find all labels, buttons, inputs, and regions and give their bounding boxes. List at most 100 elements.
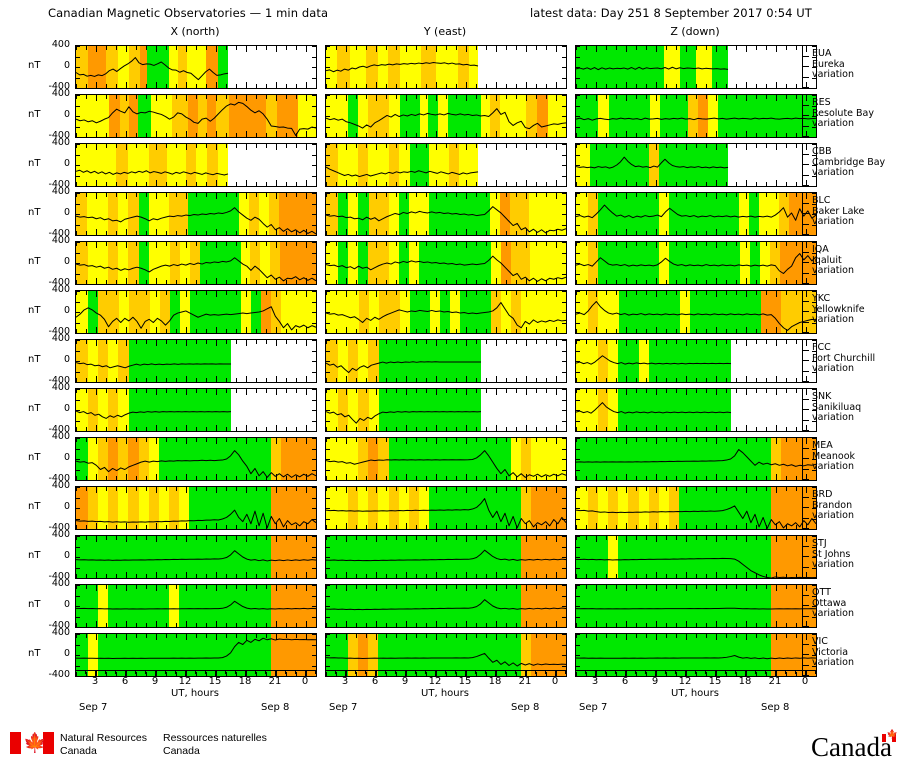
y-axis-tick-label: 0 — [63, 60, 70, 71]
station-bracket-tick — [802, 94, 809, 95]
station-bracket-tick — [802, 605, 809, 606]
station-sublabel: variation — [812, 510, 855, 521]
station-label-res[interactable]: RES Resolute Bay variation — [812, 97, 874, 130]
station-bracket-tick — [802, 185, 809, 186]
station-sublabel: variation — [812, 167, 855, 178]
y-axis-tick-label: 0 — [63, 354, 70, 365]
panel-iqa-z — [575, 241, 817, 285]
panel-snk-y — [325, 388, 567, 432]
station-sublabel: variation — [812, 608, 855, 619]
station-bracket-tick — [802, 479, 809, 480]
latest-data-timestamp: latest data: Day 251 8 September 2017 0:… — [530, 6, 812, 20]
station-sublabel: variation — [812, 412, 855, 423]
x-axis-tick — [675, 670, 676, 674]
y-axis-tick-label: 0 — [63, 109, 70, 120]
station-label-mea[interactable]: MEA Meanook variation — [812, 440, 855, 473]
station-sublabel: variation — [812, 216, 855, 227]
y-axis-unit-label: nT — [28, 550, 41, 561]
panel-res-x — [75, 94, 317, 138]
x-axis-tick-label: 15 — [458, 676, 472, 687]
station-bracket-tick — [802, 381, 809, 382]
panel-ott-x — [75, 584, 317, 628]
station-row-fcc: nT 400 0 -400 FCC Fort Churchill variation — [0, 333, 900, 388]
station-bracket-tick — [802, 290, 809, 291]
x-axis-tick — [175, 670, 176, 674]
y-axis-tick-label: 400 — [51, 480, 70, 491]
wordmark-fr-line1: Ressources naturelles — [163, 732, 267, 744]
x-axis-tick — [285, 670, 286, 674]
x-axis-tick — [815, 670, 816, 674]
station-label-blc[interactable]: BLC Baker Lake variation — [812, 195, 864, 228]
station-bracket-tick — [802, 496, 809, 498]
variation-trace — [576, 389, 816, 431]
panel-ott-y — [325, 584, 567, 628]
panel-ykc-x — [75, 290, 317, 334]
station-label-cbb[interactable]: CBB Cambridge Bay variation — [812, 146, 885, 179]
x-axis-tick — [255, 670, 256, 674]
variation-trace — [576, 340, 816, 382]
station-bracket-tick — [802, 136, 809, 137]
x-axis-tick — [785, 670, 786, 674]
x-axis-tick-label: 9 — [401, 676, 409, 687]
station-bracket-tick — [802, 55, 809, 57]
station-bracket-tick — [802, 321, 809, 323]
x-axis-tick — [235, 670, 236, 674]
station-bracket-tick — [802, 626, 809, 627]
variation-trace — [76, 144, 316, 186]
station-bracket-tick — [802, 437, 809, 438]
station-label-stj[interactable]: STJ St Johns variation — [812, 538, 854, 571]
x-axis-tick — [415, 670, 416, 674]
x-axis-tick-label: 15 — [208, 676, 222, 687]
y-axis-tick-label: 400 — [51, 382, 70, 393]
x-axis-tick — [385, 670, 386, 674]
y-axis-unit-label: nT — [28, 60, 41, 71]
station-label-vic[interactable]: VIC Victoria variation — [812, 636, 854, 669]
station-bracket-tick — [802, 223, 809, 225]
x-axis-tick — [665, 670, 666, 674]
x-axis-tick — [505, 670, 506, 674]
y-axis-unit-label: nT — [28, 256, 41, 267]
x-axis-tick-label: 12 — [678, 676, 692, 687]
station-bracket-tick — [802, 447, 809, 449]
station-label-iqa[interactable]: IQA Iqaluit variation — [812, 244, 854, 277]
variation-trace — [326, 291, 566, 333]
y-axis-tick-label: 400 — [51, 186, 70, 197]
station-label-ott[interactable]: OTT Ottawa variation — [812, 587, 855, 620]
station-label-brd[interactable]: BRD Brandon variation — [812, 489, 855, 522]
station-label-ykc[interactable]: YKC Yellowknife variation — [812, 293, 865, 326]
column-header-y: Y (east) — [423, 25, 467, 38]
station-bracket-tick — [802, 311, 809, 312]
panel-mea-y — [325, 437, 567, 481]
station-row-iqa: nT 400 0 -400 IQA Iqaluit variation — [0, 235, 900, 290]
x-axis-tick — [455, 670, 456, 674]
station-bracket-tick — [802, 615, 809, 617]
panel-iqa-x — [75, 241, 317, 285]
y-axis-tick-label: 400 — [51, 627, 70, 638]
station-bracket-tick — [802, 654, 809, 655]
station-bracket-tick — [802, 545, 809, 547]
y-axis-tick-label: 400 — [51, 529, 70, 540]
y-axis-tick-label: 0 — [63, 207, 70, 218]
station-label-eua[interactable]: EUA Eureka variation — [812, 48, 854, 81]
x-axis-title: UT, hours — [171, 688, 219, 699]
x-axis-tick-label: 0 — [551, 676, 559, 687]
x-axis-tick-label: 21 — [268, 676, 282, 687]
station-bracket-tick — [802, 153, 809, 155]
variation-trace — [326, 242, 566, 284]
x-axis-tick — [365, 670, 366, 674]
panel-blc-z — [575, 192, 817, 236]
canada-wordmark: Canada — [811, 732, 892, 762]
station-bracket-tick — [802, 370, 809, 372]
variation-trace — [326, 193, 566, 235]
x-axis-tick — [205, 670, 206, 674]
station-label-snk[interactable]: SNK Sanikiluaq variation — [812, 391, 861, 424]
station-bracket-tick — [802, 643, 809, 645]
y-axis-unit-label: nT — [28, 648, 41, 659]
x-axis-tick — [85, 670, 86, 674]
x-axis-tick — [475, 670, 476, 674]
variation-trace — [76, 536, 316, 578]
x-axis-tick-label: 3 — [91, 676, 99, 687]
panel-mea-x — [75, 437, 317, 481]
x-axis-tick — [735, 670, 736, 674]
station-label-fcc[interactable]: FCC Fort Churchill variation — [812, 342, 875, 375]
